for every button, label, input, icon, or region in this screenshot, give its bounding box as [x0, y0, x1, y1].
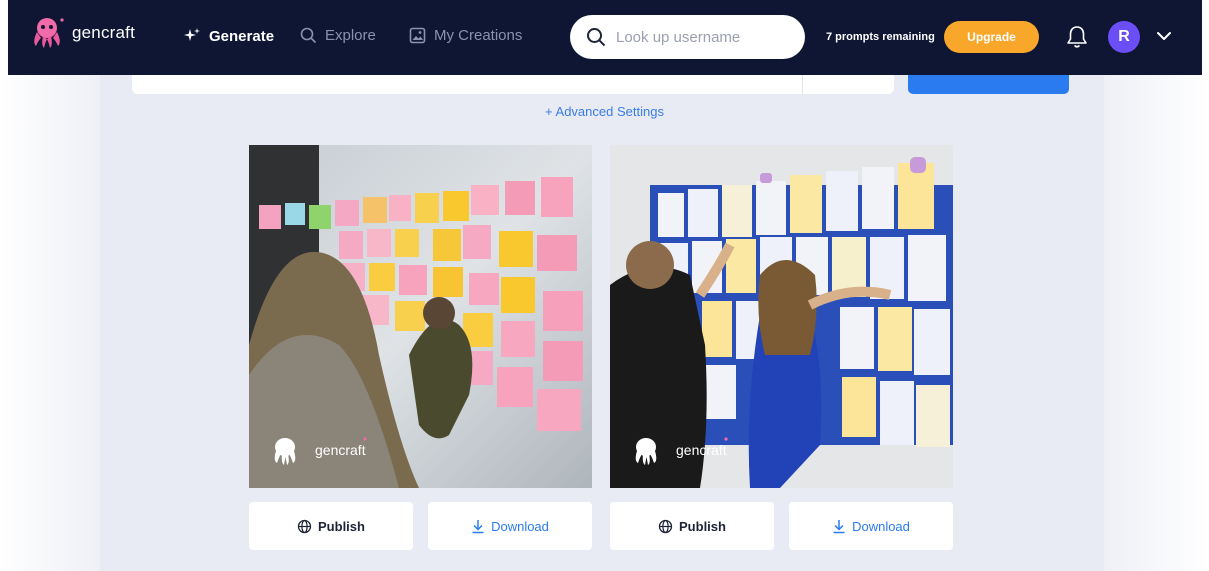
generated-image-2[interactable]: gencraft [610, 145, 953, 488]
publish-button[interactable]: Publish [610, 502, 774, 550]
watermark-label: gencraft [315, 442, 366, 458]
page: gencraft Generate Explore My Creations L… [0, 0, 1209, 571]
download-button[interactable]: Download [428, 502, 592, 550]
nav-my-creations-label: My Creations [434, 27, 523, 44]
right-gutter [1104, 0, 1209, 571]
prompts-remaining: 7 prompts remaining [826, 31, 935, 43]
watermark-label: gencraft [676, 442, 727, 458]
publish-label: Publish [318, 518, 365, 534]
generated-photo [249, 145, 592, 488]
image-icon [409, 27, 426, 44]
upgrade-button[interactable]: Upgrade [944, 21, 1039, 53]
publish-button[interactable]: Publish [249, 502, 413, 550]
logo[interactable]: gencraft [28, 16, 135, 50]
nav-explore[interactable]: Explore [300, 27, 376, 44]
prompt-input[interactable] [132, 75, 894, 94]
generated-photo [610, 145, 953, 488]
sparkle-icon [184, 28, 200, 41]
avatar[interactable]: R [1108, 21, 1140, 53]
globe-icon [658, 519, 673, 533]
octopus-logo-icon [34, 18, 64, 48]
username-search[interactable] [570, 15, 805, 59]
download-icon [833, 519, 845, 533]
search-icon [587, 28, 606, 47]
download-button[interactable]: Download [789, 502, 953, 550]
watermark-text: gencraft [309, 442, 366, 458]
nav-generate[interactable]: Generate [183, 27, 274, 45]
logo-text: gencraft [72, 23, 136, 42]
bell-icon[interactable] [1066, 25, 1088, 49]
nav-my-creations[interactable]: My Creations [409, 27, 522, 44]
download-label: Download [852, 518, 910, 534]
nav-generate-label: Generate [209, 27, 275, 45]
globe-icon [297, 519, 312, 533]
prompt-divider [802, 75, 803, 94]
generate-button[interactable] [908, 75, 1069, 94]
watermark-text: gencraft [670, 442, 727, 458]
download-icon [472, 519, 484, 533]
nav-explore-label: Explore [325, 27, 376, 44]
search-icon [300, 27, 317, 44]
left-gutter [0, 0, 100, 571]
chevron-down-icon[interactable] [1156, 30, 1172, 42]
top-navbar: gencraft Generate Explore My Creations L… [8, 0, 1202, 75]
username-search-input[interactable] [616, 28, 786, 46]
advanced-settings-link[interactable]: + Advanced Settings [0, 104, 1209, 119]
publish-label: Publish [679, 518, 726, 534]
download-label: Download [491, 518, 549, 534]
generated-image-1[interactable]: gencraft [249, 145, 592, 488]
